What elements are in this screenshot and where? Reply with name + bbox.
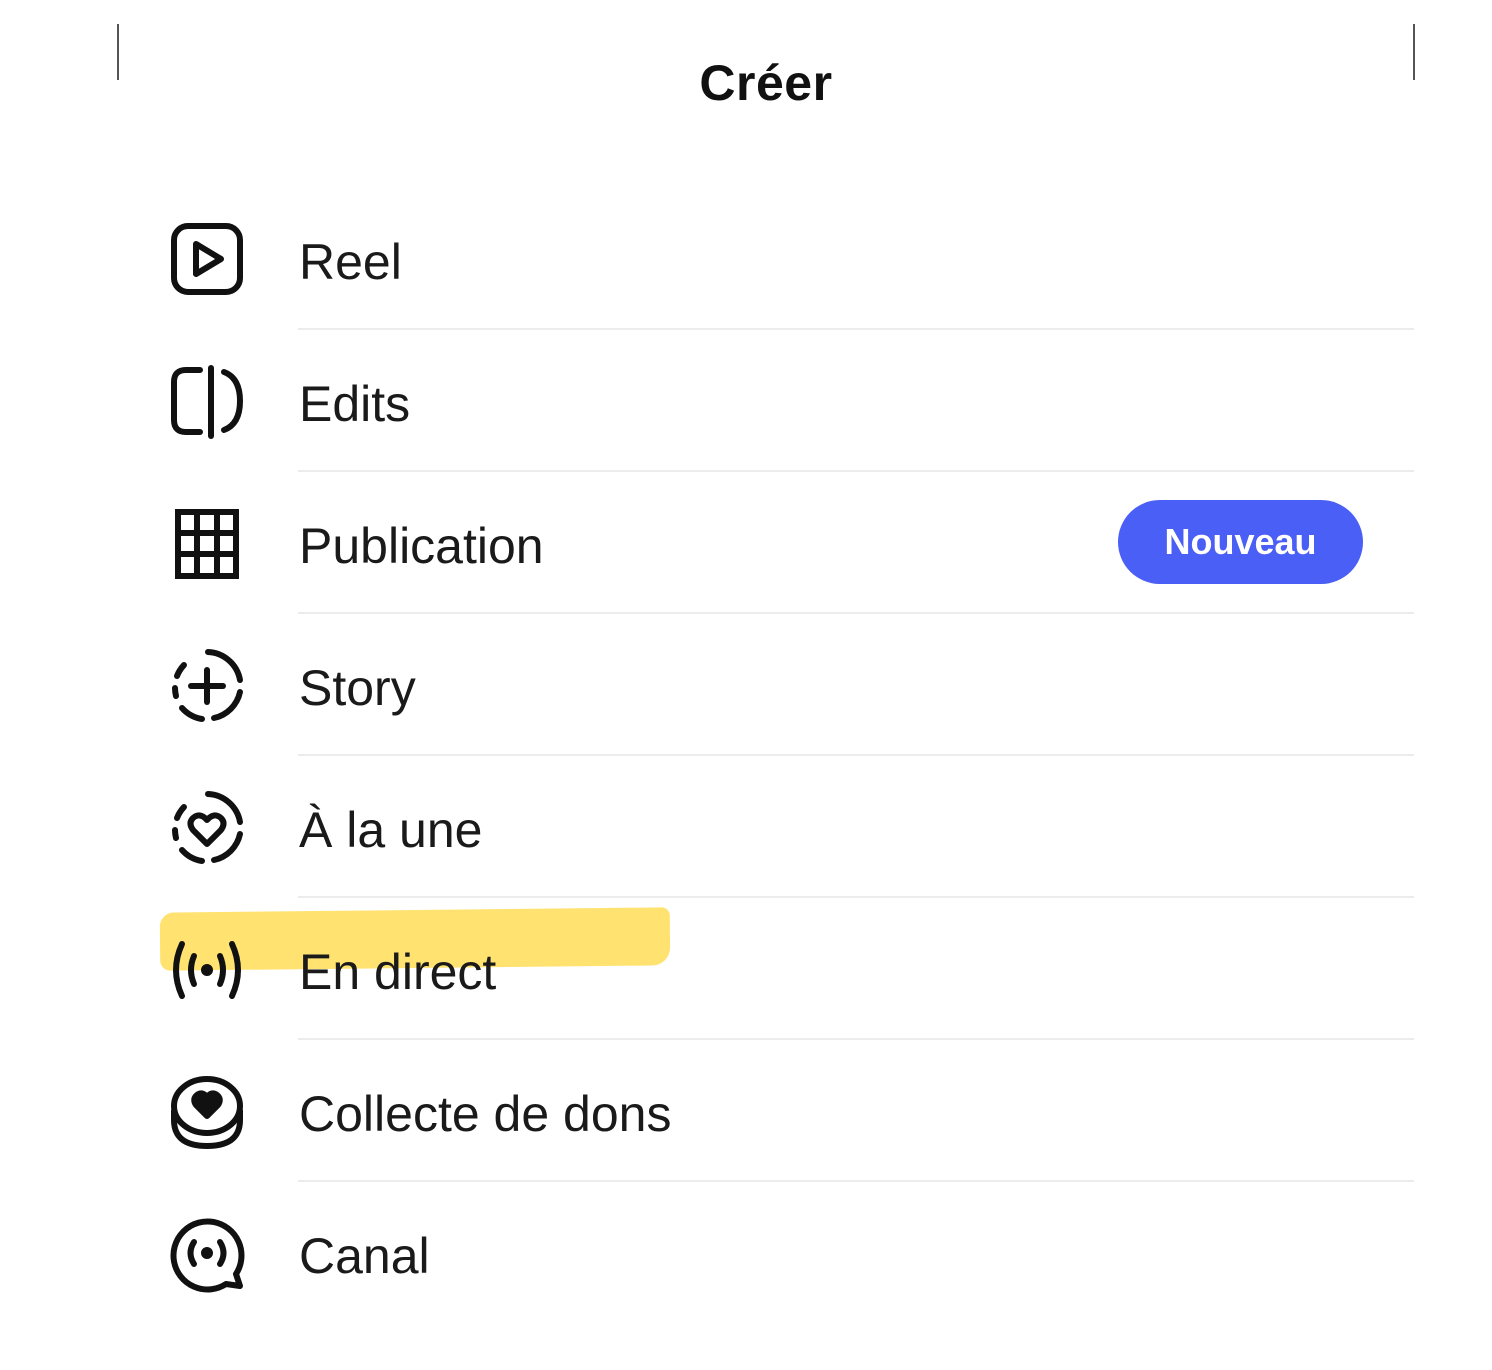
menu-item-label: Reel (299, 234, 402, 290)
menu-item-label: Publication (299, 518, 544, 574)
menu-item-edits[interactable]: Edits Nouveau (0, 330, 1492, 584)
story-add-icon (166, 648, 248, 730)
menu-item-fundraiser[interactable]: Collecte de dons (0, 1040, 1492, 1182)
highlight-heart-icon (166, 790, 248, 872)
fundraiser-heart-icon (166, 1074, 248, 1156)
menu-item-live[interactable]: En direct (0, 898, 1492, 1040)
menu-item-label: Collecte de dons (299, 1086, 672, 1142)
menu-item-label: À la une (299, 802, 483, 858)
menu-item-label: Story (299, 660, 416, 716)
edits-icon (166, 364, 248, 446)
live-broadcast-icon (166, 932, 248, 1014)
grid-icon (166, 506, 248, 588)
menu-item-label: Edits (299, 376, 411, 432)
menu-item-channel[interactable]: Canal (0, 1182, 1492, 1324)
menu-item-publication[interactable]: Publication (0, 472, 1492, 614)
menu-item-story[interactable]: Story (0, 614, 1492, 756)
menu-item-label: Canal (299, 1228, 430, 1284)
reel-icon (166, 222, 248, 304)
page-title: Créer (699, 55, 833, 111)
menu-item-label: En direct (299, 944, 497, 1000)
create-menu: Reel Edits Nouveau Publication Story À l… (0, 188, 1492, 1324)
create-sheet: Créer Reel Edits Nouveau Publication Sto… (0, 0, 1492, 1370)
menu-item-reel[interactable]: Reel (0, 188, 1492, 330)
channel-broadcast-icon (166, 1216, 248, 1298)
menu-item-highlights[interactable]: À la une (0, 756, 1492, 898)
